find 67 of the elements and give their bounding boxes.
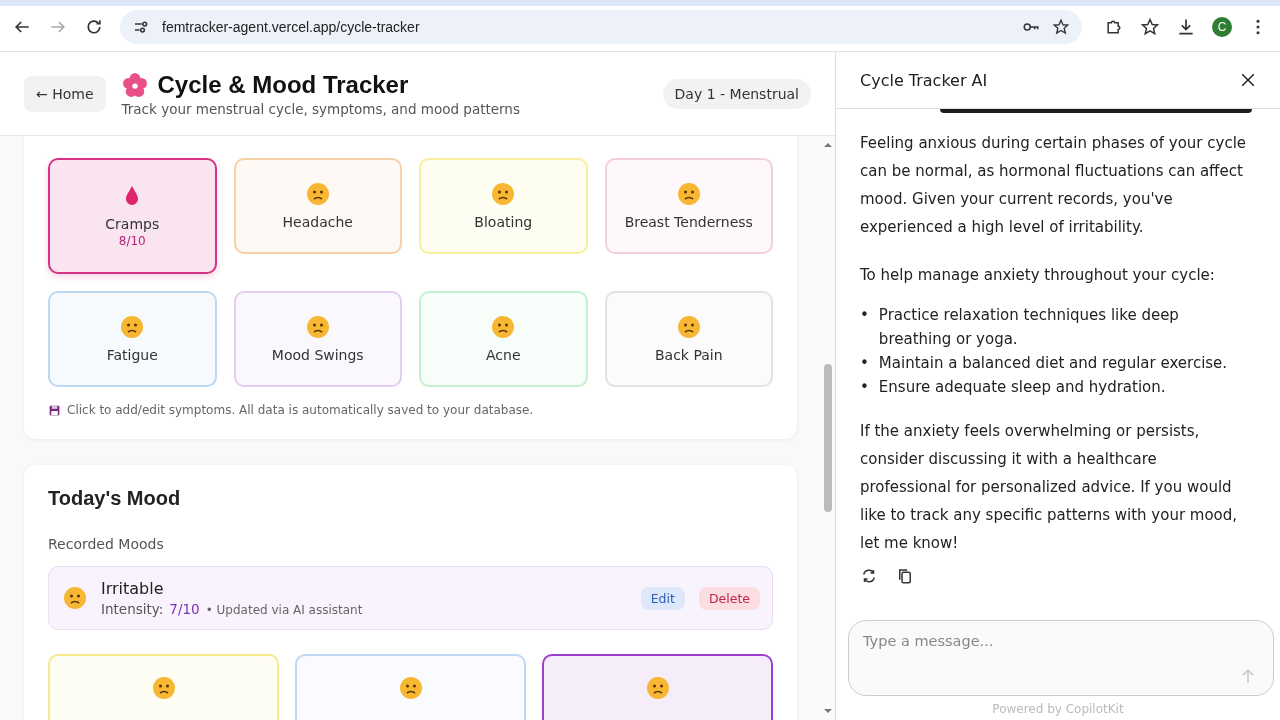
symptom-card[interactable]: Breast Tenderness <box>604 158 773 254</box>
home-button[interactable]: ← Home <box>24 75 106 112</box>
star-icon[interactable] <box>1052 18 1070 36</box>
page-title: Cycle & Mood Tracker <box>157 70 409 99</box>
scroll-down-icon[interactable] <box>823 706 833 716</box>
face-icon <box>305 315 330 339</box>
mood-option[interactable] <box>542 654 773 720</box>
face-icon <box>63 586 87 610</box>
chat-message-text: Feeling anxious during certain phases of your cycle can be normal, as hormonal fluctuations can affect mood. Given your current records, you've experienced a high level of irritability. <box>860 133 1248 238</box>
face-icon <box>491 315 516 339</box>
symptom-label: Mood Swings <box>271 347 364 363</box>
profile-avatar[interactable]: C <box>1212 17 1232 37</box>
symptom-card[interactable]: Fatigue <box>48 291 217 387</box>
section-title: Today's Mood <box>48 487 182 510</box>
symptom-card[interactable]: Back Pain <box>604 291 773 387</box>
face-icon <box>151 676 176 700</box>
face-icon <box>645 676 670 700</box>
face-icon <box>676 182 701 206</box>
message-input[interactable]: Type a message... <box>848 620 1274 696</box>
cycle-day-badge: Day 1 - Menstrual <box>662 78 811 109</box>
reload-icon[interactable] <box>84 17 104 37</box>
regenerate-icon[interactable] <box>860 567 878 585</box>
bookmarks-icon[interactable] <box>1140 17 1160 37</box>
chat-message-text: If the anxiety feels overwhelming or persists, consider discussing it with a healthcare professional for personalized advice. If you would like to track any specific patterns with your mood, let me know! <box>860 421 1239 554</box>
symptom-label: Headache <box>282 214 353 230</box>
symptom-card[interactable]: Acne <box>419 291 588 387</box>
recorded-moods-label: Recorded Moods <box>48 536 165 552</box>
delete-button[interactable]: Delete <box>698 586 760 610</box>
chat-list-item: Ensure adequate sleep and hydration. <box>878 377 1166 398</box>
page-subtitle: Track your menstrual cycle, symptoms, and mood patterns <box>121 100 521 117</box>
face-icon <box>120 315 145 339</box>
symptom-card[interactable]: Bloating <box>419 158 588 254</box>
download-icon[interactable] <box>1176 17 1196 37</box>
edit-button[interactable]: Edit <box>640 586 685 610</box>
face-icon <box>305 182 330 206</box>
powered-by-text: Powered by CopilotKit <box>991 701 1125 718</box>
site-settings-icon[interactable] <box>132 18 150 36</box>
symptom-label: Bloating <box>474 214 533 230</box>
mood-name: Irritable <box>101 579 165 598</box>
face-icon <box>676 315 701 339</box>
chat-list-item: Maintain a balanced diet and regular exercise. <box>878 353 1228 374</box>
symptom-card[interactable]: Mood Swings <box>233 291 402 387</box>
intensity-label: Intensity: <box>101 601 164 617</box>
bullet-marker: • <box>860 377 869 398</box>
address-bar[interactable]: femtracker-agent.vercel.app/cycle-tracker <box>120 10 1082 44</box>
symptom-card[interactable]: Cramps 8/10 <box>48 158 217 274</box>
symptom-label: Fatigue <box>106 347 158 363</box>
chat-title: Cycle Tracker AI <box>860 70 988 90</box>
update-note: • Updated via AI assistant <box>205 603 363 617</box>
bullet-marker: • <box>860 305 869 326</box>
flower-icon <box>121 71 148 98</box>
intensity-value: 7/10 <box>169 601 200 617</box>
symptom-intensity: 8/10 <box>118 234 146 248</box>
scrollbar-thumb[interactable] <box>824 364 832 512</box>
face-icon <box>491 182 516 206</box>
symptom-label: Breast Tenderness <box>624 214 753 230</box>
bullet-marker: • <box>860 353 869 374</box>
symptom-label: Cramps <box>105 216 160 232</box>
copy-icon[interactable] <box>896 567 914 585</box>
chat-list-item: Practice relaxation techniques like deep breathing or yoga. <box>878 305 1180 350</box>
symptom-label: Acne <box>486 347 521 363</box>
chat-message-text: To help manage anxiety throughout your cycle: <box>860 265 1216 286</box>
symptom-card[interactable]: Headache <box>233 158 402 254</box>
symptoms-note: Click to add/edit symptoms. All data is automatically saved to your database. <box>67 403 534 417</box>
symptom-label: Back Pain <box>654 347 723 363</box>
face-icon <box>398 676 423 700</box>
scroll-up-icon[interactable] <box>823 140 833 150</box>
